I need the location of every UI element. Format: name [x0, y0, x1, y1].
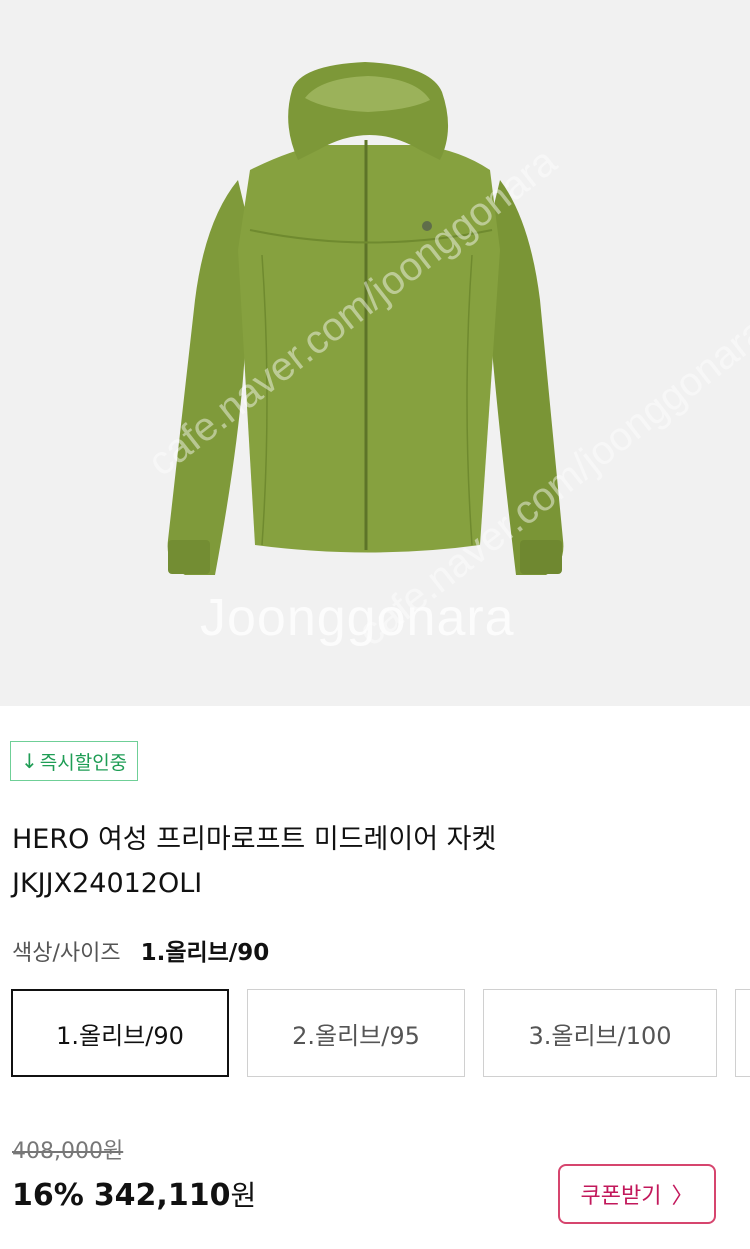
product-title-line1: HERO 여성 프리마로프트 미드레이어 자켓: [12, 824, 497, 855]
product-code: JKJJX24012OLI: [12, 868, 203, 899]
option-selected-value: 1.올리브/90: [140, 940, 270, 966]
option-summary: 색상/사이즈 1.올리브/90: [12, 933, 269, 967]
badge-label: 즉시할인중: [39, 751, 128, 774]
option-chip-3[interactable]: 3.올리브/100: [483, 989, 717, 1077]
sale-price-row: 16% 342,110원: [12, 1174, 256, 1214]
option-chip-1[interactable]: 1.올리브/90: [11, 989, 229, 1077]
instant-discount-badge: ↓ 즉시할인중: [10, 741, 139, 781]
option-label: 색상/사이즈: [12, 941, 121, 966]
sale-amount: 342,110: [93, 1178, 231, 1213]
discount-rate: 16%: [12, 1178, 84, 1213]
watermark-text: Joonggonara: [200, 589, 515, 647]
sale-price: 342,110원: [94, 1174, 256, 1214]
option-chip-4-partial[interactable]: [735, 989, 750, 1077]
original-price: 408,000원: [12, 1139, 124, 1164]
coupon-label: 쿠폰받기: [580, 1184, 662, 1209]
down-arrow-icon: ↓: [21, 749, 38, 773]
coupon-button[interactable]: 쿠폰받기 〉: [558, 1164, 716, 1224]
product-image[interactable]: cafe.naver.com/joonggonara cafe.naver.co…: [0, 0, 750, 706]
currency-unit: 원: [230, 1179, 257, 1212]
product-title: HERO 여성 프리마로프트 미드레이어 자켓 JKJJX24012OLI: [12, 818, 732, 906]
option-chips: 1.올리브/90 2.올리브/95 3.올리브/100: [11, 989, 750, 1079]
option-chip-2[interactable]: 2.올리브/95: [247, 989, 465, 1077]
chevron-right-icon: 〉: [671, 1184, 694, 1209]
